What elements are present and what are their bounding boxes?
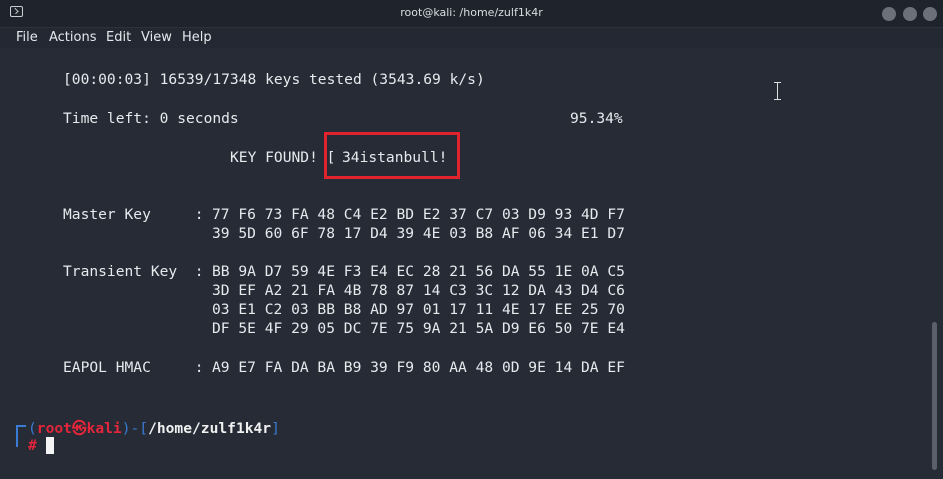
eapol-hmac-label: EAPOL HMAC : [63, 359, 204, 376]
eapol-hmac-line: A9 E7 FA DA BA B9 39 F9 80 AA 48 0D 9E 1… [212, 359, 625, 376]
percent: 95.34% [570, 110, 623, 127]
menu-bar: File Actions Edit View Help [0, 28, 943, 48]
prompt-sep: )-[ [121, 420, 149, 437]
transient-key-line: 03 E1 C2 03 BB B8 AD 97 01 17 11 4E 17 E… [212, 301, 625, 318]
prompt-corner-icon [16, 425, 26, 447]
key-highlight-box [324, 132, 460, 179]
menu-file[interactable]: File [16, 30, 38, 45]
window-title: root@kali: /home/zulf1k4r [400, 6, 543, 19]
close-button[interactable] [923, 7, 937, 21]
master-key-line: 77 F6 73 FA 48 C4 E2 BD E2 37 C7 03 D9 9… [212, 206, 625, 223]
prompt-path: /home/zulf1k4r [148, 420, 272, 437]
prompt-user: root [36, 420, 72, 437]
prompt-hash: # [28, 437, 37, 454]
transient-key-line: 3D EF A2 21 FA 4B 78 87 14 C3 3C 12 DA 4… [212, 282, 625, 299]
transient-key-line: BB 9A D7 59 4E F3 E4 EC 28 21 56 DA 55 1… [212, 263, 625, 280]
transient-key-label: Transient Key : [63, 263, 204, 280]
master-key-label: Master Key : [63, 206, 204, 223]
maximize-button[interactable] [903, 7, 917, 21]
master-key-line: 39 5D 60 6F 78 17 D4 39 4E 03 B8 AF 06 3… [212, 225, 625, 242]
prompt-line: (root㉿kali)-[/home/zulf1k4r] [28, 417, 280, 438]
prompt-host: kali [86, 420, 122, 437]
key-found-label: KEY FOUND! [ [230, 149, 336, 166]
menu-edit[interactable]: Edit [106, 30, 131, 45]
menu-help[interactable]: Help [182, 30, 212, 45]
menu-actions[interactable]: Actions [49, 30, 97, 45]
minimize-button[interactable] [882, 7, 896, 21]
prompt-at: ㉿ [71, 420, 87, 437]
prompt-end: ] [271, 420, 280, 437]
prompt-open: ( [28, 420, 37, 437]
ibeam-cursor-icon [773, 82, 782, 100]
time-left: Time left: 0 seconds [63, 110, 239, 127]
menu-view[interactable]: View [141, 30, 172, 45]
scrollbar[interactable] [932, 322, 937, 470]
progress-line: [00:00:03] 16539/17348 keys tested (3543… [63, 71, 485, 88]
transient-key-line: DF 5E 4F 29 05 DC 7E 75 9A 21 5A D9 E6 5… [212, 320, 625, 337]
title-bar: root@kali: /home/zulf1k4r [0, 0, 943, 28]
text-cursor [46, 437, 54, 454]
